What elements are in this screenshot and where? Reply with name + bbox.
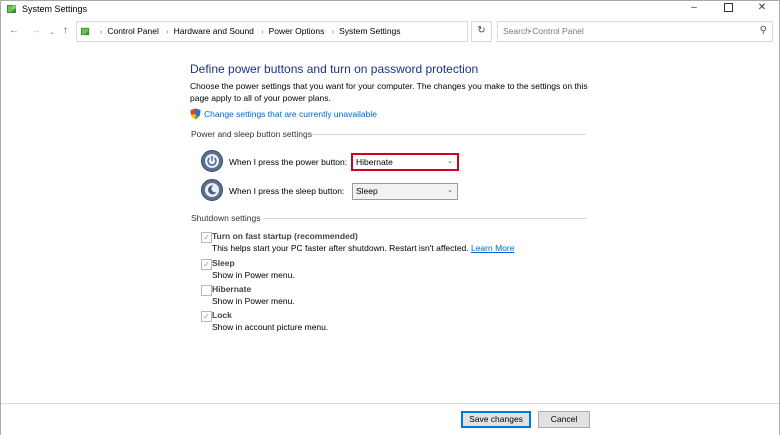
page-title: Define power buttons and turn on passwor… <box>190 62 479 76</box>
page-description: Choose the power settings that you want … <box>190 81 588 103</box>
hibernate-checkbox[interactable] <box>201 285 212 296</box>
power-sleep-section-label: Power and sleep button settings <box>191 129 312 139</box>
control-panel-window: System Settings – ✕ ← → ⌄ ↑ › Control Pan… <box>0 0 780 435</box>
window-title: System Settings <box>22 4 88 14</box>
close-button[interactable]: ✕ <box>745 1 779 17</box>
power-sleep-divider <box>312 134 586 135</box>
sleep-button-select[interactable]: Sleep ⌄ <box>352 183 458 200</box>
save-changes-button[interactable]: Save changes <box>461 411 531 428</box>
maximize-icon <box>723 2 733 12</box>
sleep-button-value: Sleep <box>356 186 378 196</box>
minimize-button[interactable]: – <box>677 1 711 17</box>
forward-button[interactable]: → <box>31 24 41 38</box>
lock-checkbox[interactable]: ✓ <box>201 311 212 322</box>
navigation-bar: ← → ⌄ ↑ › Control Panel › Hardware and Sou… <box>1 19 779 43</box>
cancel-button[interactable]: Cancel <box>538 411 590 428</box>
refresh-button[interactable]: ↻ <box>471 21 492 42</box>
sleep-option-title: Sleep <box>212 258 235 268</box>
footer-bar: Save changes Cancel <box>1 403 779 435</box>
shutdown-section-label: Shutdown settings <box>191 213 261 223</box>
power-button-label: When I press the power button: <box>229 157 348 167</box>
hibernate-option-description: Show in Power menu. <box>212 296 295 306</box>
control-panel-icon <box>80 27 90 36</box>
breadcrumb-separator: › <box>166 29 169 36</box>
sleep-option-description: Show in Power menu. <box>212 270 295 280</box>
breadcrumb-separator: › <box>100 29 103 36</box>
search-placeholder: Search Control Panel <box>503 26 584 36</box>
breadcrumb-hardware-and-sound[interactable]: Hardware and Sound <box>174 26 254 37</box>
moon-icon <box>208 185 217 195</box>
sleep-checkbox[interactable]: ✓ <box>201 259 212 270</box>
breadcrumb-control-panel[interactable]: Control Panel <box>107 26 159 37</box>
breadcrumb-system-settings[interactable]: System Settings <box>339 26 400 37</box>
fast-startup-checkbox[interactable]: ✓ <box>201 232 212 243</box>
control-panel-app-icon <box>7 5 16 13</box>
up-button[interactable]: ↑ <box>63 24 68 38</box>
fast-startup-title: Turn on fast startup (recommended) <box>212 231 358 241</box>
power-symbol-icon <box>207 156 217 166</box>
chevron-down-icon: ⌄ <box>447 187 453 194</box>
learn-more-link[interactable]: Learn More <box>471 243 514 253</box>
lock-option-title: Lock <box>212 310 232 320</box>
power-button-select[interactable]: Hibernate ⌄ <box>351 153 459 171</box>
chevron-down-icon: ⌄ <box>447 158 453 165</box>
main-content: Define power buttons and turn on passwor… <box>1 45 779 400</box>
hibernate-option-title: Hibernate <box>212 284 252 294</box>
breadcrumb-power-options[interactable]: Power Options <box>269 26 325 37</box>
power-button-icon <box>201 150 223 172</box>
breadcrumb-separator: › <box>261 29 264 36</box>
power-button-value: Hibernate <box>356 157 393 167</box>
breadcrumb: › Control Panel › Hardware and Sound › Powe… <box>95 26 401 38</box>
sleep-button-icon <box>201 179 223 201</box>
change-unavailable-settings-link[interactable]: Change settings that are currently unava… <box>204 109 377 119</box>
shutdown-divider <box>263 218 586 219</box>
uac-shield-icon <box>190 108 201 120</box>
search-input[interactable]: Search Control Panel ⚲ <box>497 21 773 42</box>
address-bar[interactable]: › Control Panel › Hardware and Sound › Powe… <box>76 21 533 42</box>
maximize-button[interactable] <box>711 1 745 17</box>
fast-startup-description: This helps start your PC faster after sh… <box>212 243 515 253</box>
search-icon[interactable]: ⚲ <box>760 25 767 36</box>
back-button[interactable]: ← <box>9 24 19 38</box>
title-bar: System Settings – ✕ <box>1 1 779 17</box>
recent-locations-button[interactable]: ⌄ <box>49 26 55 40</box>
sleep-button-label: When I press the sleep button: <box>229 186 345 196</box>
breadcrumb-separator: › <box>331 29 335 36</box>
lock-option-description: Show in account picture menu. <box>212 322 329 332</box>
